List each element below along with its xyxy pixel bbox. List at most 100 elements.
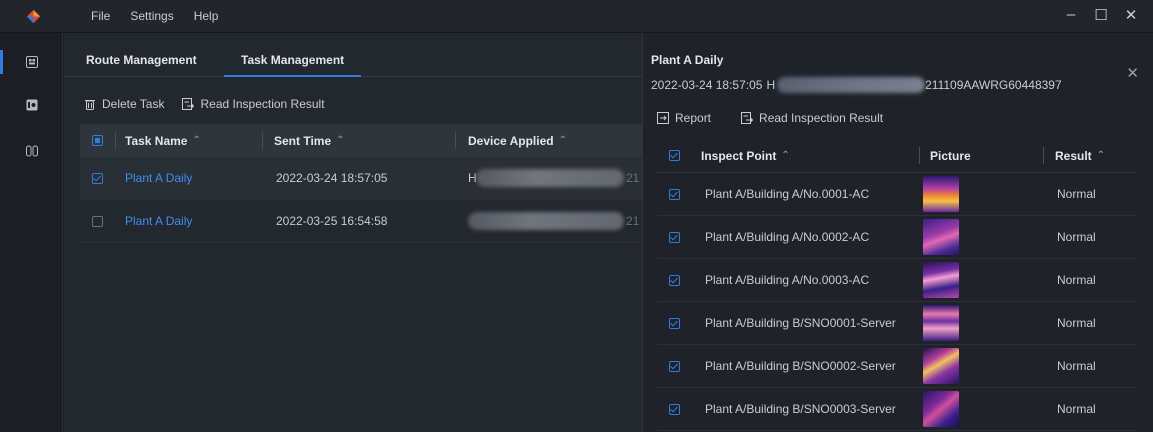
title-bar: File Settings Help – ☐ ✕ [0, 0, 1153, 33]
report-button[interactable]: Report [657, 111, 711, 125]
menu-help[interactable]: Help [194, 9, 219, 23]
thermal-image-thumbnail[interactable] [923, 176, 959, 212]
redacted-device-id [476, 169, 624, 187]
panel-timestamp: 2022-03-24 18:57:05 [651, 78, 763, 92]
table-header: Inspect Point ⌃ Picture Result ⌃ [657, 139, 1137, 173]
device-id-end: 21 [626, 171, 640, 185]
left-rail [0, 33, 63, 432]
close-window-icon[interactable]: ✕ [1123, 6, 1139, 24]
device-icon [26, 99, 38, 111]
row-checkbox[interactable] [669, 403, 680, 415]
close-icon[interactable]: ✕ [1126, 64, 1139, 82]
inspect-point-name: Plant A/Building A/No.0002-AC [705, 230, 870, 244]
select-all-checkbox[interactable] [669, 150, 680, 161]
read-inspection-result-button[interactable]: Read Inspection Result [182, 97, 325, 111]
tab-task-management[interactable]: Task Management [223, 53, 362, 77]
tab-route-management[interactable]: Route Management [86, 53, 197, 67]
result-status: Normal [1057, 230, 1096, 244]
thermal-image-thumbnail[interactable] [923, 219, 959, 255]
table-row[interactable]: Plant A/Building A/No.0001-AC Normal [657, 173, 1137, 216]
thermal-image-thumbnail[interactable] [923, 348, 959, 384]
panel-id-start: H [766, 78, 776, 92]
table-row[interactable]: Plant A/Building B/SNO0001-Server Normal [657, 302, 1137, 345]
column-picture: Picture [930, 148, 971, 163]
sent-time: 2022-03-25 16:54:58 [276, 214, 388, 228]
result-status: Normal [1057, 273, 1096, 287]
table-row[interactable]: Plant A Daily 2022-03-25 16:54:58 21 [80, 200, 642, 243]
thermal-image-thumbnail[interactable] [923, 305, 959, 341]
read-inspection-result-label: Read Inspection Result [200, 97, 325, 111]
trash-icon [85, 100, 95, 110]
panel-id-end: 211109AAWRG60448397 [925, 78, 1062, 92]
sent-time: 2022-03-24 18:57:05 [276, 171, 388, 185]
inspect-point-name: Plant A/Building A/No.0003-AC [705, 273, 870, 287]
report-label: Report [675, 111, 712, 125]
minimize-icon[interactable]: – [1063, 6, 1079, 24]
task-detail-panel: Plant A Daily ✕ 2022-03-24 18:57:05 H 21… [642, 33, 1153, 432]
task-name-link[interactable]: Plant A Daily [125, 171, 192, 185]
task-name-link[interactable]: Plant A Daily [125, 214, 192, 228]
app-grid-icon [26, 56, 38, 68]
inspect-point-name: Plant A/Building B/SNO0001-Server [705, 316, 896, 330]
panel-read-inspection-result-button[interactable]: Read Inspection Result [741, 111, 883, 125]
column-device-applied[interactable]: Device Applied ⌃ [468, 124, 567, 157]
redacted-serial [777, 77, 926, 93]
report-export-icon [657, 112, 669, 124]
delete-task-button[interactable]: Delete Task [84, 97, 164, 111]
task-management-view: Route Management Task Management Delete … [64, 33, 642, 432]
table-row[interactable]: Plant A/Building B/SNO0003-Server Normal [657, 388, 1137, 431]
table-row[interactable]: Plant A Daily 2022-03-24 18:57:05 H 21 [80, 157, 642, 200]
inspection-icon [26, 145, 38, 157]
app-logo-icon [26, 9, 41, 24]
rail-item-apps[interactable] [0, 47, 63, 77]
rail-item-inspection[interactable] [0, 136, 63, 166]
menu-file[interactable]: File [91, 9, 110, 23]
panel-toolbar: Report Read Inspection Result [657, 111, 883, 125]
result-status: Normal [1057, 402, 1096, 416]
result-status: Normal [1057, 316, 1096, 330]
inspect-point-name: Plant A/Building B/SNO0002-Server [705, 359, 896, 373]
table-row[interactable]: Plant A/Building A/No.0002-AC Normal [657, 216, 1137, 259]
panel-title: Plant A Daily [651, 53, 724, 67]
row-checkbox[interactable] [669, 317, 680, 329]
select-all-checkbox[interactable] [92, 135, 103, 146]
row-checkbox[interactable] [92, 215, 103, 227]
row-checkbox[interactable] [92, 172, 103, 184]
result-status: Normal [1057, 187, 1096, 201]
import-icon [741, 112, 754, 124]
column-sent-time[interactable]: Sent Time ⌃ [274, 124, 345, 157]
task-toolbar: Delete Task Read Inspection Result [84, 97, 325, 111]
column-task-name[interactable]: Task Name ⌃ [125, 124, 201, 157]
sort-icon: ⌃ [558, 135, 567, 146]
row-checkbox[interactable] [669, 360, 680, 372]
table-row[interactable]: Plant A/Building B/SNO0002-Server Normal [657, 345, 1137, 388]
panel-read-inspection-result-label: Read Inspection Result [759, 111, 884, 125]
table-header: Task Name ⌃ Sent Time ⌃ Device Applied ⌃ [80, 124, 642, 157]
menu-settings[interactable]: Settings [130, 9, 173, 23]
row-checkbox[interactable] [669, 274, 680, 286]
inspect-point-table: Inspect Point ⌃ Picture Result ⌃ Plant A/B… [657, 139, 1137, 431]
panel-subtitle: 2022-03-24 18:57:05 H 211109AAWRG6044839… [651, 77, 1062, 93]
row-checkbox[interactable] [669, 231, 680, 243]
row-checkbox[interactable] [669, 188, 680, 200]
inspect-point-name: Plant A/Building B/SNO0003-Server [705, 402, 896, 416]
thermal-image-thumbnail[interactable] [923, 391, 959, 427]
table-row[interactable]: Plant A/Building A/No.0003-AC Normal [657, 259, 1137, 302]
result-status: Normal [1057, 359, 1096, 373]
device-id-end: 21 [626, 214, 640, 228]
sort-icon: ⌃ [781, 150, 790, 161]
sort-icon: ⌃ [336, 135, 345, 146]
thermal-image-thumbnail[interactable] [923, 262, 959, 298]
tab-bar: Route Management Task Management [64, 33, 642, 77]
maximize-icon[interactable]: ☐ [1093, 6, 1109, 24]
import-icon [182, 98, 195, 110]
redacted-device-id [468, 212, 624, 230]
task-table: Task Name ⌃ Sent Time ⌃ Device Applied ⌃ Pl… [80, 124, 642, 243]
column-result[interactable]: Result ⌃ [1055, 139, 1105, 172]
column-inspect-point[interactable]: Inspect Point ⌃ [701, 139, 790, 172]
delete-task-label: Delete Task [102, 97, 165, 111]
inspect-point-name: Plant A/Building A/No.0001-AC [705, 187, 870, 201]
window-controls: – ☐ ✕ [1063, 6, 1139, 24]
sort-icon: ⌃ [192, 135, 201, 146]
rail-item-devices[interactable] [0, 90, 63, 120]
